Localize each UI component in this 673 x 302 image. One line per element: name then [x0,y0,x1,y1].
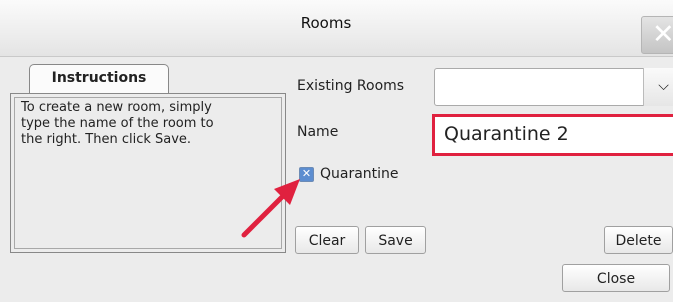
window-title: Rooms [300,14,352,32]
instructions-line: To create a new room, simply [21,100,212,115]
instructions-line: type the name of the room to [21,116,214,131]
delete-button[interactable]: Delete [604,226,673,254]
instructions-line: the right. Then click Save. [21,132,192,147]
title-bar: Rooms [0,0,673,57]
name-label: Name [297,124,339,140]
close-button[interactable]: Close [562,264,670,292]
existing-rooms-select[interactable] [434,68,673,106]
tab-instructions[interactable]: Instructions [29,64,169,95]
save-button[interactable]: Save [365,226,426,254]
annotation-arrow-icon [241,179,300,238]
quarantine-label: Quarantine [320,166,399,182]
existing-rooms-label: Existing Rooms [297,78,405,94]
close-window-icon[interactable]: ✕ [641,16,673,54]
name-input[interactable]: Quarantine 2 [432,114,673,156]
chevron-down-icon[interactable]: ⌵ [643,68,673,106]
